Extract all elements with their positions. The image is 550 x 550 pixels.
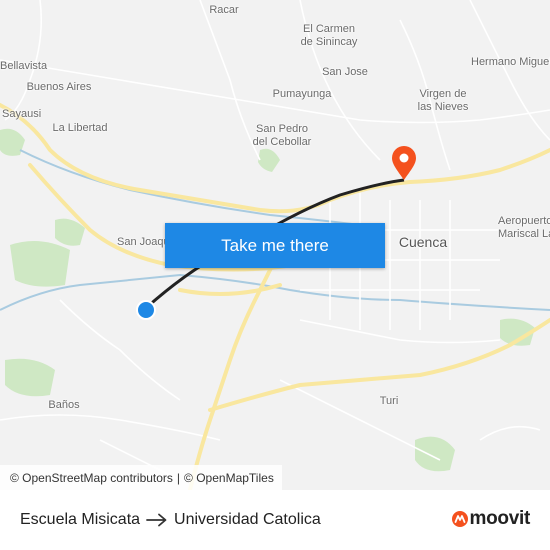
moovit-brand-text: moovit [469, 508, 531, 529]
place-label: San Jose [322, 66, 368, 78]
attribution-separator: | [176, 470, 181, 485]
arrow-right-icon [146, 513, 167, 527]
take-me-there-button[interactable]: Take me there [165, 223, 385, 268]
destination-name: Universidad Catolica [174, 511, 321, 528]
moovit-logo: moovit [451, 508, 531, 530]
route-footer: Escuela Misicata Universidad Catolica mo… [0, 490, 550, 550]
place-label: Hermano Miguel [471, 56, 550, 68]
place-label: Baños [48, 399, 80, 411]
place-label: Buenos Aires [26, 81, 92, 93]
osm-attribution-link[interactable]: © OpenStreetMap contributors [10, 471, 173, 485]
origin-name: Escuela Misicata [20, 511, 141, 528]
map-view[interactable]: Racar El Carmen de Sinincay Hermano Migu… [0, 0, 550, 490]
openmaptiles-attribution-link[interactable]: © OpenMapTiles [184, 471, 274, 485]
place-label: La Libertad [52, 122, 108, 134]
place-label-city: Cuenca [398, 234, 448, 250]
map-attribution: © OpenStreetMap contributors | © OpenMap… [0, 465, 282, 490]
place-label: Bellavista [0, 60, 48, 72]
place-label: San Pedro del Cebollar [252, 123, 312, 148]
destination-marker[interactable] [392, 146, 416, 180]
place-label: Virgen de las Nieves [417, 88, 469, 113]
place-label: Pumayunga [272, 88, 332, 100]
place-label: El Carmen de Sinincay [300, 23, 358, 48]
place-label: Sayausi [2, 108, 42, 120]
place-label: Turi [379, 395, 399, 407]
place-label: Aeropuerto Mariscal La [498, 215, 550, 240]
moovit-logo-icon [451, 511, 468, 527]
place-label: Racar [209, 4, 239, 16]
origin-marker[interactable] [136, 300, 156, 320]
